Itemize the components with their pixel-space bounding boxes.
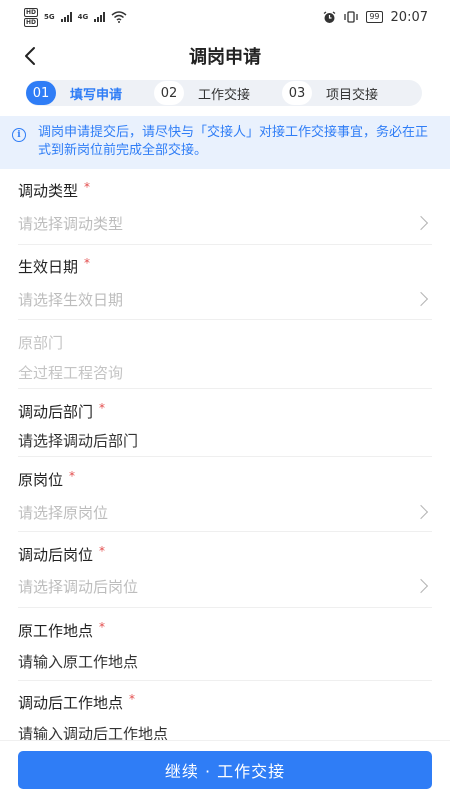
nav-bar: 调岗申请 xyxy=(0,34,450,78)
signal-icon xyxy=(60,12,72,22)
field-label: 原工作地点 * xyxy=(18,620,106,640)
step-work-handover[interactable]: 02 工作交接 xyxy=(154,80,284,106)
step-number: 01 xyxy=(26,81,56,105)
status-time: 20:07 xyxy=(390,9,428,25)
signal-icon-2 xyxy=(94,12,106,22)
field-original-work-location[interactable]: 原工作地点 * 请输入原工作地点 xyxy=(18,608,432,681)
field-value: 请选择生效日期 xyxy=(18,291,124,309)
field-effective-date[interactable]: 生效日期 * 请选择生效日期 xyxy=(18,245,432,320)
required-mark: * xyxy=(69,469,76,483)
vibrate-icon xyxy=(344,11,358,23)
chevron-right-icon xyxy=(413,504,429,520)
field-label: 调动后工作地点 * xyxy=(18,692,136,712)
field-original-department: 原部门 全过程工程咨询 xyxy=(18,320,432,389)
field-new-department[interactable]: 调动后部门 * 请选择调动后部门 xyxy=(18,389,432,457)
step-project-handover[interactable]: 03 项目交接 xyxy=(282,80,378,106)
required-mark: * xyxy=(99,544,106,558)
status-bar: HD HD 5G 4G 99 20:07 xyxy=(0,0,450,34)
field-value: 请选择调动后岗位 xyxy=(18,578,139,596)
required-mark: * xyxy=(99,620,106,634)
field-value: 全过程工程咨询 xyxy=(18,364,124,382)
wifi-icon xyxy=(111,11,127,23)
page-title: 调岗申请 xyxy=(189,47,261,68)
step-number: 02 xyxy=(154,81,184,105)
continue-button[interactable]: 继续 · 工作交接 xyxy=(18,751,432,789)
field-label: 原岗位 * xyxy=(18,469,76,489)
field-value: 请输入原工作地点 xyxy=(18,653,139,671)
step-fill-application[interactable]: 01 填写申请 xyxy=(26,80,166,106)
network-type-2: 4G xyxy=(77,13,89,21)
step-label: 项目交接 xyxy=(326,87,379,103)
transfer-form: 调动类型 * 请选择调动类型 生效日期 * 请选择生效日期 原部门 全过程工程咨询 … xyxy=(0,169,450,751)
step-label: 填写申请 xyxy=(70,87,123,103)
hd-indicator: HD HD xyxy=(24,7,39,27)
required-mark: * xyxy=(84,256,91,270)
field-label: 生效日期 * xyxy=(18,256,91,276)
field-value: 请选择调动后部门 xyxy=(18,432,139,450)
chevron-left-icon xyxy=(25,47,35,65)
field-label: 调动类型 * xyxy=(18,180,91,200)
field-value: 请选择调动类型 xyxy=(18,215,124,233)
chevron-right-icon xyxy=(413,291,429,307)
notice-text: 调岗申请提交后，请尽快与「交接人」对接工作交接事宜，务必在正式到新岗位前完成全部… xyxy=(38,125,429,158)
field-label: 调动后岗位 * xyxy=(18,544,106,564)
step-indicator: 01 填写申请 02 工作交接 03 项目交接 xyxy=(26,80,422,106)
chevron-right-icon xyxy=(413,578,429,594)
required-mark: * xyxy=(99,401,106,415)
field-label: 原部门 xyxy=(18,334,64,352)
hd-badge-top: HD xyxy=(24,7,39,17)
info-icon: i xyxy=(12,128,26,142)
field-label: 调动后部门 * xyxy=(18,401,106,421)
notice-banner: i 调岗申请提交后，请尽快与「交接人」对接工作交接事宜，务必在正式到新岗位前完成… xyxy=(0,116,450,169)
step-label: 工作交接 xyxy=(198,87,251,103)
battery-icon: 99 xyxy=(366,11,383,23)
field-new-position[interactable]: 调动后岗位 * 请选择调动后岗位 xyxy=(18,532,432,608)
field-value: 请选择原岗位 xyxy=(18,504,109,522)
field-original-position[interactable]: 原岗位 * 请选择原岗位 xyxy=(18,457,432,532)
network-type: 5G xyxy=(44,13,55,21)
step-number: 03 xyxy=(282,81,312,105)
required-mark: * xyxy=(129,692,136,706)
required-mark: * xyxy=(84,180,91,194)
hd-badge-bottom: HD xyxy=(24,17,39,27)
status-left: HD HD 5G 4G xyxy=(24,7,127,27)
footer-bar: 继续 · 工作交接 xyxy=(0,740,450,800)
back-button[interactable] xyxy=(14,40,46,72)
alarm-icon xyxy=(323,10,336,23)
status-right: 99 20:07 xyxy=(323,10,428,25)
field-transfer-type[interactable]: 调动类型 * 请选择调动类型 xyxy=(18,169,432,245)
chevron-right-icon xyxy=(413,215,429,231)
